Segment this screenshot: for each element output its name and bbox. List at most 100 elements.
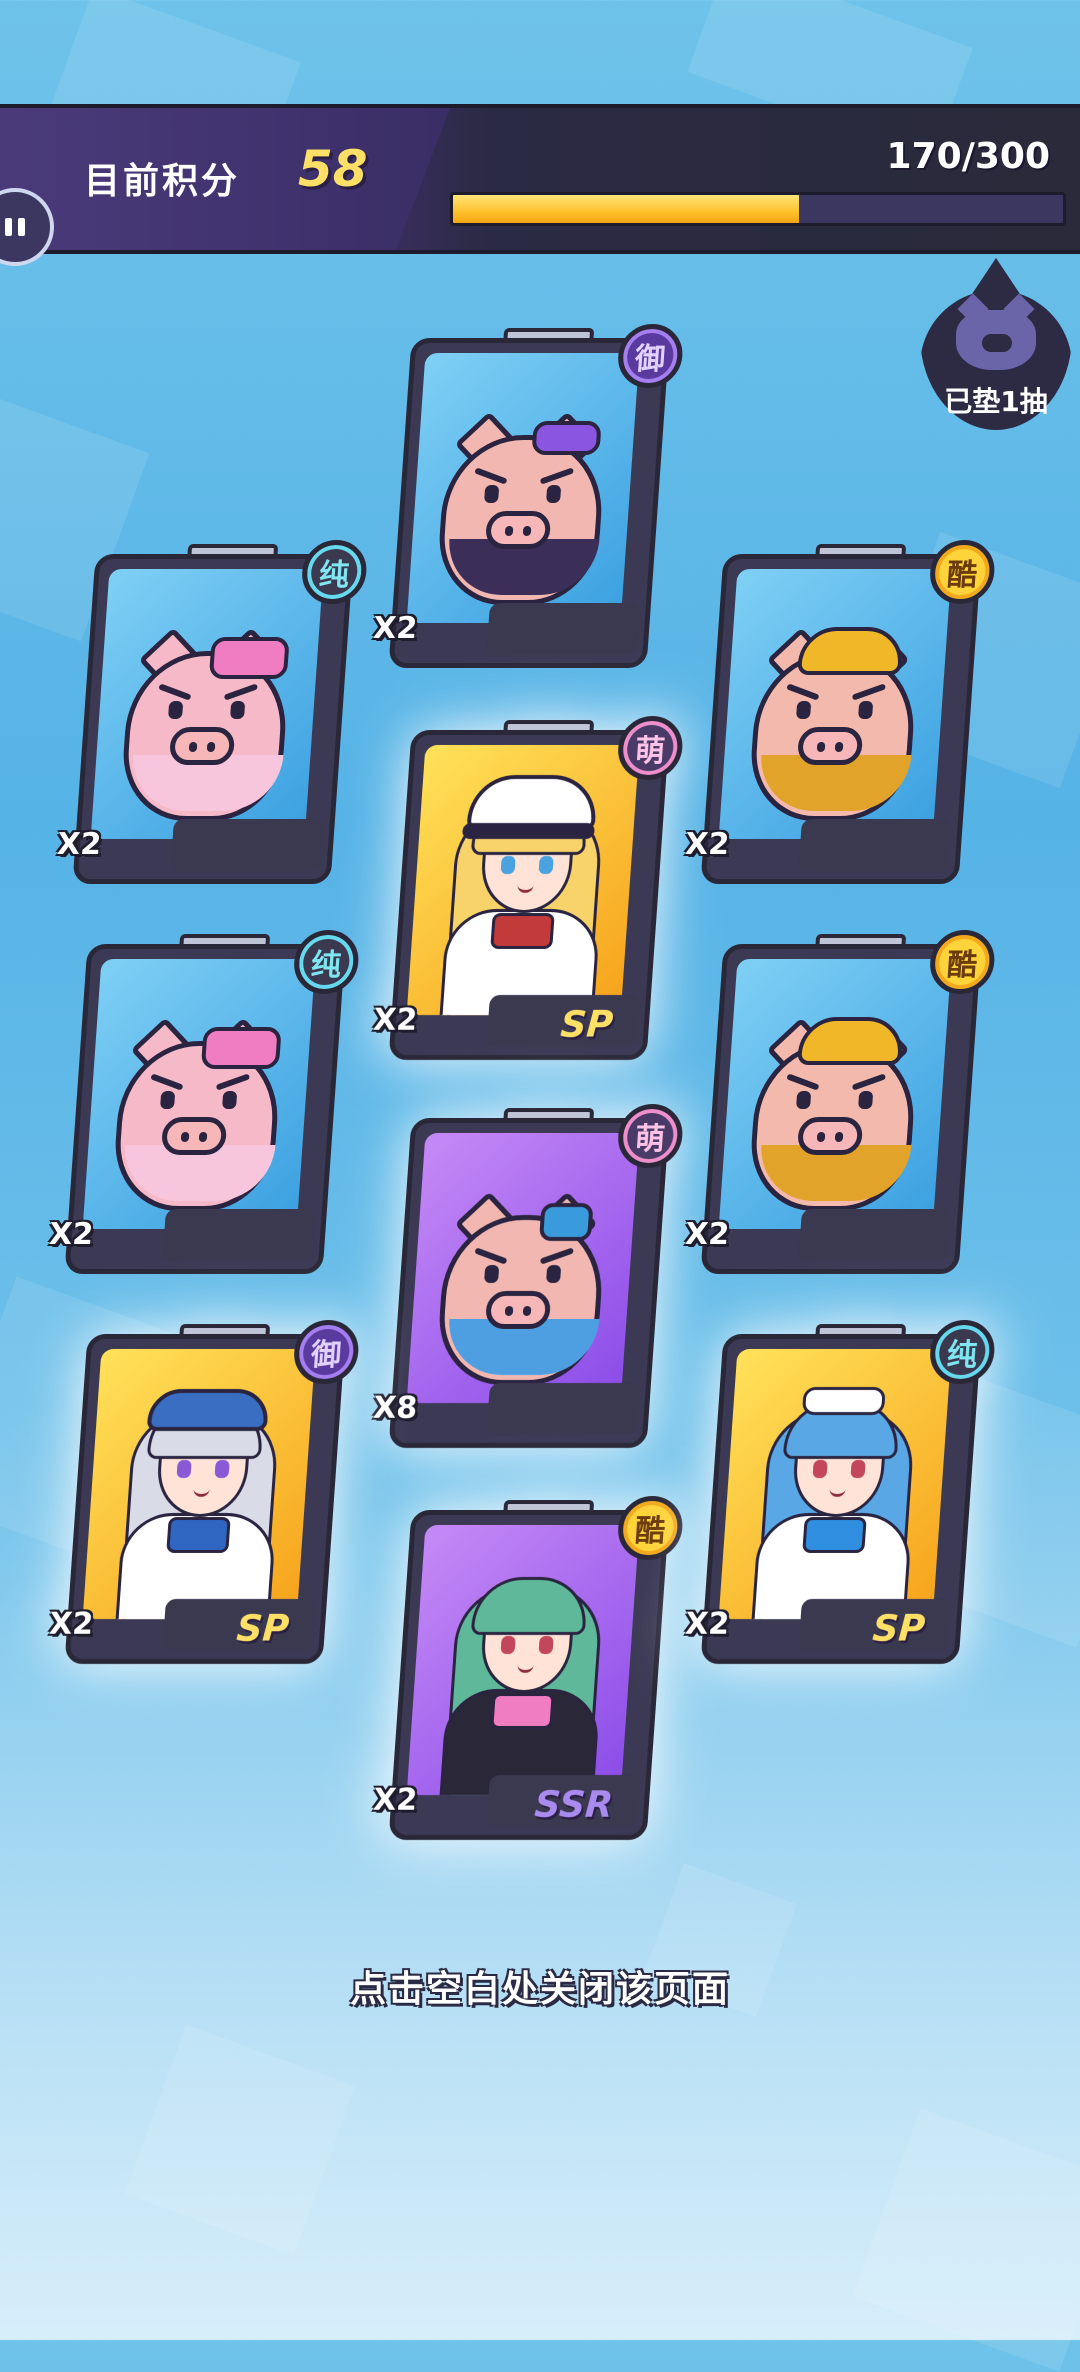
card-art [718,569,952,839]
character-mouth [517,1664,534,1673]
tag-cool-badge: 酷 [928,930,997,994]
pig-eye [546,1264,562,1283]
character-eye [538,1636,554,1654]
close-hint[interactable]: 点击空白处关闭该页面 [0,1960,1080,2012]
pig-hat-accessory [797,1016,905,1065]
tag-pure-badge: 纯 [292,930,361,994]
reward-card[interactable]: SP X2 萌 [372,716,685,1060]
card-count: X2 [56,827,103,862]
progress-fill [453,195,799,223]
card-art [406,353,640,623]
pig-snout-icon [982,334,1012,352]
card-frame [700,1334,982,1664]
pig-eye [546,484,562,503]
pig-eye [168,700,184,719]
reward-card[interactable]: X2 酷 [684,540,997,884]
character-captain [414,745,633,1015]
pig-character [746,1016,920,1211]
character-bangs [470,1577,589,1635]
card-count: X2 [684,827,731,862]
pig-eye [796,1090,812,1109]
reward-card[interactable]: X2 酷 [684,930,997,1274]
character-hat-cap [466,775,599,831]
character-ribbon [490,913,555,949]
pig-eye [160,1090,176,1109]
pig-eye [222,1090,238,1109]
card-frame [388,1118,670,1448]
background-shape [124,2024,356,2256]
pig-character [434,1191,608,1385]
pig-snout [796,1116,864,1155]
pig-snout [484,1290,552,1329]
background-shape [852,2108,1080,2372]
progress-text: 170/300 [886,136,1050,177]
progress-bar [450,192,1066,226]
card-count: X2 [48,1607,95,1642]
pig-snout [484,510,552,549]
character-beret [90,1349,309,1619]
pig-character [118,627,292,821]
card-count: X2 [48,1217,95,1252]
card-count: X2 [684,1607,731,1642]
card-art [406,1525,640,1795]
card-art [718,959,952,1229]
character-eye [500,856,516,874]
card-footer [798,1209,953,1261]
card-art [406,1133,640,1403]
card-footer [798,819,953,871]
card-footer [486,1383,641,1435]
character-eye [176,1460,192,1478]
pig-character [110,1017,284,1211]
reward-card[interactable]: X2 御 [372,324,685,668]
pig-cap-accessory [538,1202,594,1241]
tag-pure-badge: 纯 [928,1320,997,1384]
pig-character [746,626,920,821]
score-value: 58 [298,140,368,198]
tag-cool-badge: 酷 [616,1496,685,1560]
card-rank: SP [559,1005,615,1046]
card-rank: SSR [533,1785,615,1826]
pig-shades-accessory [531,420,602,455]
reward-card[interactable]: SSR X2 酷 [372,1496,685,1840]
pity-badge: 已垫1抽 [920,258,1072,430]
score-header: 目前积分 58 170/300 [0,104,1080,254]
reward-card[interactable]: X2 纯 [48,930,361,1274]
character-ribbon [802,1517,867,1553]
character-mouth [517,884,534,893]
reward-card[interactable]: X8 萌 [372,1104,685,1448]
card-count: X2 [684,1217,731,1252]
card-count: X2 [372,611,419,646]
pause-icon [5,218,12,236]
card-footer [162,1209,317,1261]
pig-snout [796,726,864,765]
pause-icon [18,218,25,236]
card-frame [700,554,982,884]
character-hoodie [414,1525,633,1795]
character-mouth [829,1488,846,1497]
card-frame [388,338,670,668]
pig-eye [484,484,500,503]
card-footer [170,819,325,871]
pig-eye [484,1264,500,1283]
card-count: X2 [372,1003,419,1038]
card-art [90,569,324,839]
pig-snout [168,726,236,765]
tag-royal-badge: 御 [292,1320,361,1384]
card-frame [700,944,982,1274]
card-rank: SP [871,1609,927,1650]
reward-card[interactable]: SP X2 纯 [684,1320,997,1664]
character-ribbon [166,1517,231,1553]
card-count: X2 [372,1783,419,1818]
character-maid [801,1387,886,1415]
card-frame [388,1510,670,1840]
pig-character [434,411,608,605]
card-art [718,1349,952,1619]
character-eye [500,1636,516,1654]
reward-card[interactable]: SP X2 御 [48,1320,361,1664]
pig-icon [956,310,1036,370]
card-frame [388,730,670,1060]
card-art [82,1349,316,1619]
character-maid [726,1349,945,1619]
reward-card[interactable]: X2 纯 [56,540,369,884]
card-count: X8 [372,1391,419,1426]
